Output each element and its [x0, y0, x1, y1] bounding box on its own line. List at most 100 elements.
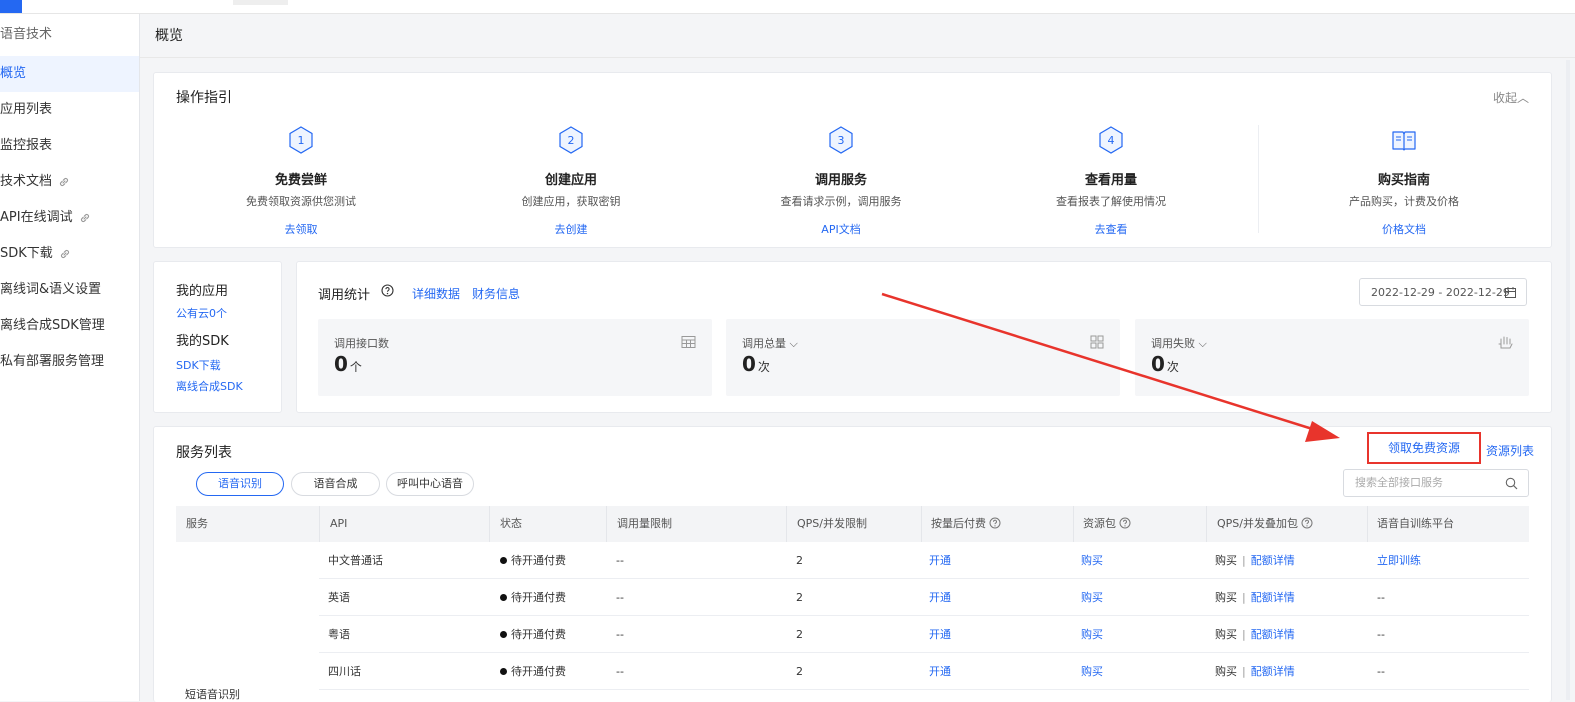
sdk-download-link[interactable]: SDK下载: [176, 357, 221, 373]
step-desc: 查看请求示例，调用服务: [780, 195, 902, 208]
detail-data-link[interactable]: 详细数据: [412, 285, 460, 302]
date-range-picker[interactable]: 2022-12-29 - 2022-12-29: [1359, 278, 1527, 306]
scrollbar[interactable]: [1566, 60, 1570, 700]
metric-label: 调用接口数: [334, 337, 389, 350]
sidebar-item-app-list[interactable]: 应用列表: [0, 92, 139, 128]
metric-api-count: 调用接口数 0个: [318, 319, 712, 396]
step-link-api-docs[interactable]: API文档: [741, 221, 941, 237]
buy-package-link[interactable]: 购买: [1081, 542, 1103, 579]
cell-status: 待开通付费: [500, 579, 566, 616]
buy-package-link[interactable]: 购买: [1081, 616, 1103, 653]
top-navbar: [0, 0, 1575, 14]
quota-details-link[interactable]: 配额详情: [1251, 554, 1295, 567]
buy-qps-link[interactable]: 购买: [1215, 628, 1237, 641]
tab-speech-recognition[interactable]: 语音识别: [196, 472, 284, 496]
col-call-limit: 调用量限制: [617, 517, 672, 530]
sidebar-item-label: 应用列表: [0, 102, 53, 117]
guide-divider: [1258, 125, 1259, 233]
status-text: 待开通付费: [511, 591, 566, 604]
finance-info-link[interactable]: 财务信息: [472, 285, 520, 302]
quota-details-link[interactable]: 配额详情: [1251, 665, 1295, 678]
open-postpaid-link[interactable]: 开通: [929, 616, 951, 653]
buy-qps-link[interactable]: 购买: [1215, 591, 1237, 604]
help-icon[interactable]: [381, 284, 394, 297]
sidebar-title: 语音技术: [0, 27, 53, 42]
sidebar-item-api-debug[interactable]: API在线调试: [0, 200, 139, 236]
col-postpaid: 按量后付费: [931, 506, 1001, 542]
help-icon[interactable]: [989, 517, 1001, 529]
guide-buy: 购买指南 产品购买，计费及价格 价格文档: [1304, 125, 1504, 237]
tab-call-center-voice[interactable]: 呼叫中心语音: [386, 472, 474, 496]
calendar-icon: [1505, 287, 1516, 298]
resource-list-link[interactable]: 资源列表: [1486, 442, 1534, 459]
search-input[interactable]: 搜索全部接口服务: [1343, 469, 1529, 497]
open-postpaid-link[interactable]: 开通: [929, 542, 951, 579]
grid-icon: [1090, 335, 1104, 349]
status-dot-icon: [500, 630, 507, 638]
sidebar-item-offline-words[interactable]: 离线词&语义设置: [0, 272, 139, 308]
cell-training: --: [1377, 591, 1385, 604]
sidebar-item-monitoring[interactable]: 监控报表: [0, 128, 139, 164]
tab-speech-synthesis[interactable]: 语音合成: [291, 472, 380, 496]
title-divider: [140, 57, 1575, 58]
cell-qps: 2: [796, 591, 803, 604]
sidebar-item-offline-sdk[interactable]: 离线合成SDK管理: [0, 308, 139, 344]
step-link-create[interactable]: 去创建: [471, 221, 671, 237]
cell-api: 粤语: [328, 628, 350, 641]
separator: |: [1242, 554, 1246, 567]
quota-details-link[interactable]: 配额详情: [1251, 628, 1295, 641]
sidebar-item-tech-docs[interactable]: 技术文档: [0, 164, 139, 200]
buy-package-link[interactable]: 购买: [1081, 653, 1103, 690]
col-postpaid-label: 按量后付费: [931, 517, 986, 530]
sidebar-item-sdk-download[interactable]: SDK下载: [0, 236, 139, 272]
buy-link-pricing[interactable]: 价格文档: [1304, 221, 1504, 237]
train-now-link[interactable]: 立即训练: [1377, 542, 1421, 579]
step-link-view-usage[interactable]: 去查看: [1011, 221, 1211, 237]
quota-details-link[interactable]: 配额详情: [1251, 591, 1295, 604]
help-icon[interactable]: [1301, 517, 1313, 529]
public-cloud-link[interactable]: 公有云0个: [176, 305, 227, 321]
buy-qps-link[interactable]: 购买: [1215, 554, 1237, 567]
col-package-label: 资源包: [1083, 517, 1116, 530]
step-link-claim[interactable]: 去领取: [201, 221, 401, 237]
my-app-heading: 我的应用: [176, 284, 229, 299]
metric-label[interactable]: 调用总量 ⌵: [742, 335, 798, 351]
open-postpaid-link[interactable]: 开通: [929, 653, 951, 690]
top-tab[interactable]: [233, 0, 288, 5]
col-qps-package: QPS/并发叠加包: [1217, 506, 1313, 542]
cell-status: 待开通付费: [500, 653, 566, 690]
step-title: 调用服务: [814, 173, 867, 188]
my-app-card: 我的应用 公有云0个 我的SDK SDK下载 离线合成SDK: [153, 261, 282, 413]
open-postpaid-link[interactable]: 开通: [929, 579, 951, 616]
collapse-button[interactable]: 收起︿: [1493, 89, 1529, 106]
sidebar-item-overview[interactable]: 概览: [0, 56, 139, 92]
cell-qps-package: 购买 | 配额详情: [1215, 542, 1295, 579]
metric-label[interactable]: 调用失败 ⌵: [1151, 335, 1207, 351]
sidebar-item-label: 概览: [0, 66, 27, 81]
cell-qps-package: 购买 | 配额详情: [1215, 653, 1295, 690]
step-number-icon: 3: [829, 126, 853, 154]
cell-qps-package: 购买 | 配额详情: [1215, 616, 1295, 653]
search-icon[interactable]: [1505, 477, 1518, 490]
status-dot-icon: [500, 667, 507, 675]
claim-free-resources-link[interactable]: 领取免费资源: [1367, 432, 1481, 464]
help-icon[interactable]: [1119, 517, 1131, 529]
cell-qps: 2: [796, 665, 803, 678]
step-desc: 免费领取资源供您测试: [246, 195, 356, 208]
sidebar-item-private-deploy[interactable]: 私有部署服务管理: [0, 344, 139, 380]
buy-qps-link[interactable]: 购买: [1215, 665, 1237, 678]
brand-block[interactable]: [0, 0, 22, 13]
cell-api: 四川话: [328, 665, 361, 678]
separator: |: [1242, 628, 1246, 641]
table-row: 中文普通话 待开通付费 -- 2 开通 购买 购买 | 配额详情 立即训练: [176, 542, 1529, 579]
search-placeholder: 搜索全部接口服务: [1355, 476, 1443, 489]
metric-value: 0: [1151, 352, 1165, 376]
buy-package-link[interactable]: 购买: [1081, 579, 1103, 616]
cell-limit: --: [616, 628, 624, 641]
my-sdk-heading: 我的SDK: [176, 334, 229, 349]
metric-value-wrap: 0次: [1151, 352, 1179, 376]
metric-unit: 次: [757, 360, 770, 374]
offline-sdk-link[interactable]: 离线合成SDK: [176, 378, 243, 394]
cell-limit: --: [616, 591, 624, 604]
guide-step-4: 4 查看用量 查看报表了解使用情况 去查看: [1011, 125, 1211, 237]
